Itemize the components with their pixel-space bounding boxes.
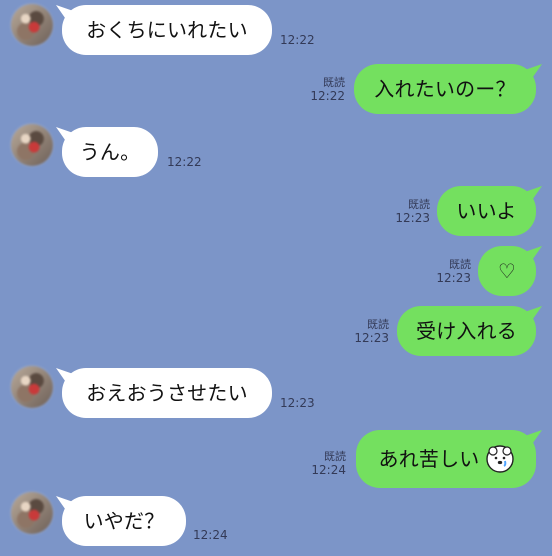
outgoing-message-bubble[interactable]: ♡	[478, 246, 536, 296]
contact-avatar[interactable]	[11, 4, 53, 46]
outgoing-message-bubble[interactable]: 入れたいのー？	[354, 64, 536, 114]
message-time: 12:22	[310, 89, 345, 104]
message-meta: 既読 12:22	[290, 76, 345, 104]
contact-avatar[interactable]	[11, 366, 53, 408]
message-text: あれ苦しい	[378, 447, 480, 471]
message-time: 12:24	[193, 528, 228, 542]
message-meta: 既読 12:23	[418, 258, 471, 286]
message-meta: 既読 12:23	[336, 318, 389, 346]
message-text: いやだ？	[83, 509, 165, 533]
heart-outline-icon: ♡	[497, 259, 517, 283]
message-text: おえおうさせたい	[86, 381, 248, 405]
message-text: いいよ	[456, 199, 517, 223]
incoming-message-bubble[interactable]: いやだ？	[62, 496, 186, 546]
outgoing-message-bubble[interactable]: 受け入れる	[397, 306, 536, 356]
message-text: おくちにいれたい	[86, 18, 248, 42]
message-meta: 既読 12:23	[375, 198, 430, 226]
message-time: 12:24	[311, 463, 346, 478]
read-receipt: 既読	[323, 76, 345, 89]
incoming-message-bubble[interactable]: おえおうさせたい	[62, 368, 272, 418]
message-text: 入れたいのー？	[374, 77, 516, 101]
message-time: 12:23	[395, 211, 430, 226]
message-time: 12:22	[167, 155, 202, 169]
message-time: 12:23	[354, 331, 389, 346]
contact-avatar[interactable]	[11, 492, 53, 534]
read-receipt: 既読	[324, 450, 346, 463]
message-meta: 既読 12:24	[294, 450, 346, 478]
outgoing-message-bubble[interactable]: いいよ	[437, 186, 536, 236]
read-receipt: 既読	[449, 258, 471, 271]
white-bear-emoji-icon	[485, 445, 514, 473]
read-receipt: 既読	[367, 318, 389, 331]
message-text: うん。	[79, 140, 141, 164]
message-time: 12:22	[280, 33, 315, 47]
outgoing-message-bubble[interactable]: あれ苦しい	[356, 430, 536, 488]
message-time: 12:23	[436, 271, 471, 286]
chat-thread: おくちにいれたい 12:22 既読 12:22 入れたいのー？ うん。 12:2…	[0, 0, 552, 556]
incoming-message-bubble[interactable]: おくちにいれたい	[62, 5, 272, 55]
message-time: 12:23	[280, 396, 315, 410]
contact-avatar[interactable]	[11, 124, 53, 166]
incoming-message-bubble[interactable]: うん。	[62, 127, 158, 177]
read-receipt: 既読	[408, 198, 430, 211]
message-text: 受け入れる	[416, 319, 517, 343]
